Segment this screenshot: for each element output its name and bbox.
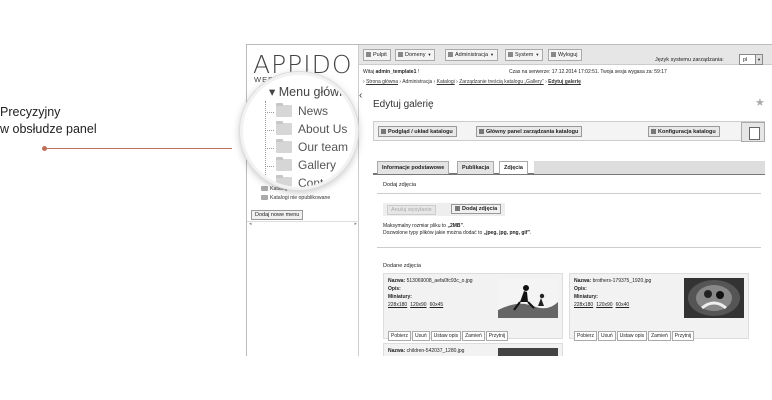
photo-thumbnail: [684, 278, 744, 318]
catalog-config-button[interactable]: Konfiguracja katalogu: [648, 126, 720, 137]
photo-actions: Pobierz Usuń Ustaw opis Zamień Przytnij: [388, 324, 509, 342]
panel-icon: [479, 129, 484, 134]
main-panel-button[interactable]: Główny panel zarządzania katalogu: [476, 126, 583, 137]
tab-bar-fill: [534, 161, 765, 174]
photo-description: Opis:: [574, 286, 587, 292]
tab-bar: Informacje podstawowe Publikacja Zdjęcia: [373, 160, 765, 175]
tab-publication[interactable]: Publikacja: [457, 161, 495, 174]
cancel-upload-button[interactable]: Anuluj wysyłanie: [387, 205, 436, 215]
tab-basic-info[interactable]: Informacje podstawowe: [377, 161, 450, 174]
sidebar-item-unpublished[interactable]: Katalogi nie opublikowane: [261, 195, 330, 201]
add-photos-button[interactable]: Dodaj zdjęcia: [451, 204, 502, 214]
caption-line-1: Precyzyjny: [0, 105, 61, 119]
globe-icon: [398, 52, 403, 57]
breadcrumb-catalogs[interactable]: Katalogi: [437, 79, 455, 85]
photo-name: Nazwa: children-542037_1280.jpg: [388, 348, 465, 354]
photo-thumb-links[interactable]: 228x180 120x90 60x45: [388, 302, 446, 308]
add-menu-button[interactable]: Dodaj nowe menu: [251, 210, 304, 220]
photo-thumbs-label: Miniatury:: [574, 294, 598, 300]
catalog-action-bar: Podgląd / układ katalogu Główny panel za…: [373, 121, 765, 141]
file-types-note: Dozwolone typy plików jakie można dodać …: [383, 230, 532, 236]
folder-icon: [261, 195, 268, 201]
crop-button[interactable]: Przytnij: [671, 331, 695, 341]
folder-icon: [276, 103, 292, 117]
photo-thumbnail: [498, 278, 558, 318]
replace-button[interactable]: Zamień: [648, 331, 671, 341]
delete-button[interactable]: Usuń: [411, 331, 430, 341]
feature-caption: Precyzyjny w obsłudze panel: [0, 104, 97, 138]
pulpit-button[interactable]: Pulpit: [363, 49, 391, 61]
edit-document-icon[interactable]: [741, 122, 765, 142]
crop-button[interactable]: Przytnij: [485, 331, 509, 341]
admin-icon: [448, 52, 453, 57]
desktop-icon: [366, 52, 371, 57]
add-photos-heading: Dodaj zdjęcia: [383, 182, 417, 188]
sidebar-scrollbar[interactable]: ◂ ▸: [247, 221, 359, 227]
photo-name: Nazwa: brothers-179375_1920.jpg: [574, 278, 652, 284]
set-description-button[interactable]: Ustaw opis: [430, 331, 462, 341]
breadcrumb-home[interactable]: Strona główna: [366, 79, 398, 85]
tab-photos[interactable]: Zdjęcia: [499, 161, 528, 174]
upload-rules: Maksymalny rozmiar pliku to „2MB”. Dozwo…: [383, 223, 531, 237]
download-button[interactable]: Pobierz: [388, 331, 411, 341]
upload-controls: Anuluj wysyłanie Dodaj zdjęcia: [383, 203, 505, 216]
welcome-text: Witaj admin_template1 !: [363, 69, 420, 75]
delete-button[interactable]: Usuń: [597, 331, 616, 341]
page-title: Edytuj galerię: [373, 99, 434, 110]
logout-button[interactable]: Wyloguj: [548, 49, 582, 61]
session-info-bar: Witaj admin_template1 ! Czas na serwerze…: [359, 65, 667, 77]
preview-layout-button[interactable]: Podgląd / układ katalogu: [378, 126, 457, 137]
system-button[interactable]: System ▼: [505, 49, 544, 61]
replace-button[interactable]: Zamień: [462, 331, 485, 341]
server-time: Czas na serwerze: 17.12.2014 17:02:51. T…: [509, 69, 667, 75]
logout-icon: [551, 52, 556, 57]
download-button[interactable]: Pobierz: [574, 331, 597, 341]
system-icon: [508, 52, 513, 57]
collapse-sidebar-icon[interactable]: ‹: [359, 91, 369, 101]
domeny-button[interactable]: Domeny ▼: [395, 49, 436, 61]
preview-icon: [381, 129, 386, 134]
folder-icon: [276, 157, 292, 171]
administracja-button[interactable]: Administracja ▼: [445, 49, 498, 61]
photo-description: Opis:: [388, 286, 401, 292]
chevron-down-icon: ▼: [427, 52, 432, 57]
added-photos-heading: Dodane zdjęcia: [383, 263, 421, 269]
language-label: Język systemu zarządzania:: [655, 57, 724, 63]
chevron-down-icon: ▼: [535, 52, 540, 57]
breadcrumb-gallery[interactable]: Zarządzanie treścią katalogu „Gallery”: [459, 79, 543, 85]
photo-thumbnail: [498, 348, 558, 356]
caption-connector-dot: [42, 146, 47, 151]
breadcrumb-admin: Administracja: [402, 79, 433, 85]
photo-thumbs-label: Miniatury:: [388, 294, 412, 300]
upload-icon: [455, 206, 460, 211]
divider: [377, 193, 761, 194]
max-size-note: Maksymalny rozmiar pliku to „2MB”.: [383, 223, 465, 229]
caption-line-2: w obsłudze panel: [0, 122, 97, 136]
scroll-right-icon[interactable]: ▸: [354, 221, 357, 227]
photo-card-1: Nazwa: 513069008_aefa0fc93c_o.jpg Opis: …: [383, 273, 563, 342]
photo-card-3: Nazwa: children-542037_1280.jpg: [383, 343, 563, 356]
photo-actions: Pobierz Usuń Ustaw opis Zamień Przytnij: [574, 324, 695, 342]
breadcrumb: › Strona główna › Administracja › Katalo…: [363, 79, 581, 85]
language-select[interactable]: pl ▼: [739, 54, 763, 65]
chevron-down-icon: ▼: [755, 55, 762, 64]
photo-card-2: Nazwa: brothers-179375_1920.jpg Opis: Mi…: [569, 273, 749, 342]
menu-magnifier: ▾ Menu główne News About Us Our team Gal…: [240, 72, 358, 190]
folder-icon: [276, 121, 292, 135]
set-description-button[interactable]: Ustaw opis: [616, 331, 648, 341]
breadcrumb-current: Edytuj galerię: [548, 79, 581, 85]
photo-name: Nazwa: 513069008_aefa0fc93c_o.jpg: [388, 278, 473, 284]
caption-connector-line: [44, 148, 232, 149]
top-toolbar: Pulpit Domeny ▼ Administracja ▼ System ▼ Wy…: [359, 45, 772, 65]
tree-line: [265, 101, 266, 187]
photo-thumb-links[interactable]: 228x180 120x90 60x40: [574, 302, 632, 308]
username: admin_template1: [375, 69, 417, 75]
divider: [377, 247, 761, 248]
folder-icon: [276, 139, 292, 153]
chevron-down-icon: ▼: [490, 52, 494, 57]
favorite-star-icon[interactable]: ★: [755, 96, 765, 109]
main-menu-title: ▾ Menu główne: [269, 85, 354, 99]
config-icon: [651, 129, 656, 134]
scroll-left-icon[interactable]: ◂: [249, 221, 252, 227]
